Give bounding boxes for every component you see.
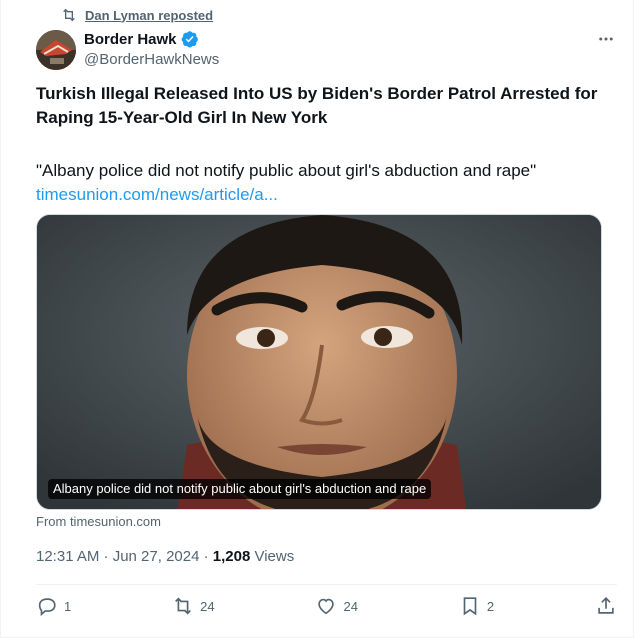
repost-indicator: Dan Lyman reposted — [61, 6, 213, 24]
link-card-image[interactable]: Albany police did not notify public abou… — [36, 214, 602, 510]
tweet-card[interactable]: Dan Lyman reposted Border Hawk @BorderHa… — [0, 0, 634, 638]
bookmark-count: 2 — [486, 598, 495, 614]
tweet-headline: Turkish Illegal Released Into US by Bide… — [36, 84, 598, 127]
link-source[interactable]: From timesunion.com — [36, 514, 161, 529]
author-header: Border Hawk @BorderHawkNews — [84, 29, 219, 70]
repost-icon — [63, 8, 75, 22]
bookmark-icon — [463, 597, 477, 616]
bookmark-button[interactable]: 2 — [459, 595, 494, 617]
tweet-body: Turkish Illegal Released Into US by Bide… — [36, 82, 603, 207]
reply-icon — [38, 598, 56, 617]
verified-badge-icon — [181, 31, 198, 48]
more-options-icon[interactable] — [595, 30, 617, 48]
author-name[interactable]: Border Hawk — [84, 31, 177, 48]
divider — [36, 584, 617, 585]
repost-text[interactable]: Dan Lyman reposted — [85, 8, 213, 23]
tweet-quote: "Albany police did not notify public abo… — [36, 161, 537, 180]
image-caption: Albany police did not notify public abou… — [48, 479, 432, 499]
timestamp[interactable]: 12:31 AM · Jun 27, 2024 · — [36, 548, 213, 565]
action-bar: 1 24 24 2 — [36, 595, 617, 617]
retweet-button[interactable]: 24 — [172, 595, 215, 617]
avatar[interactable] — [36, 30, 76, 70]
retweet-count: 24 — [200, 598, 215, 614]
author-handle[interactable]: @BorderHawkNews — [84, 50, 219, 70]
like-count: 24 — [343, 598, 358, 614]
like-button[interactable]: 24 — [315, 595, 358, 617]
mugshot-photo — [37, 215, 601, 509]
reply-count: 1 — [64, 598, 72, 614]
article-link[interactable]: timesunion.com/news/article/a... — [36, 183, 603, 207]
heart-icon — [318, 598, 335, 615]
share-icon — [598, 597, 614, 614]
views-count: 1,208 — [212, 548, 251, 565]
tweet-meta: 12:31 AM · Jun 27, 2024 · 1,208 Views — [36, 548, 294, 565]
share-button[interactable] — [595, 595, 617, 617]
retweet-icon — [175, 597, 192, 615]
views-label: Views — [250, 548, 295, 565]
reply-button[interactable]: 1 — [36, 595, 71, 617]
